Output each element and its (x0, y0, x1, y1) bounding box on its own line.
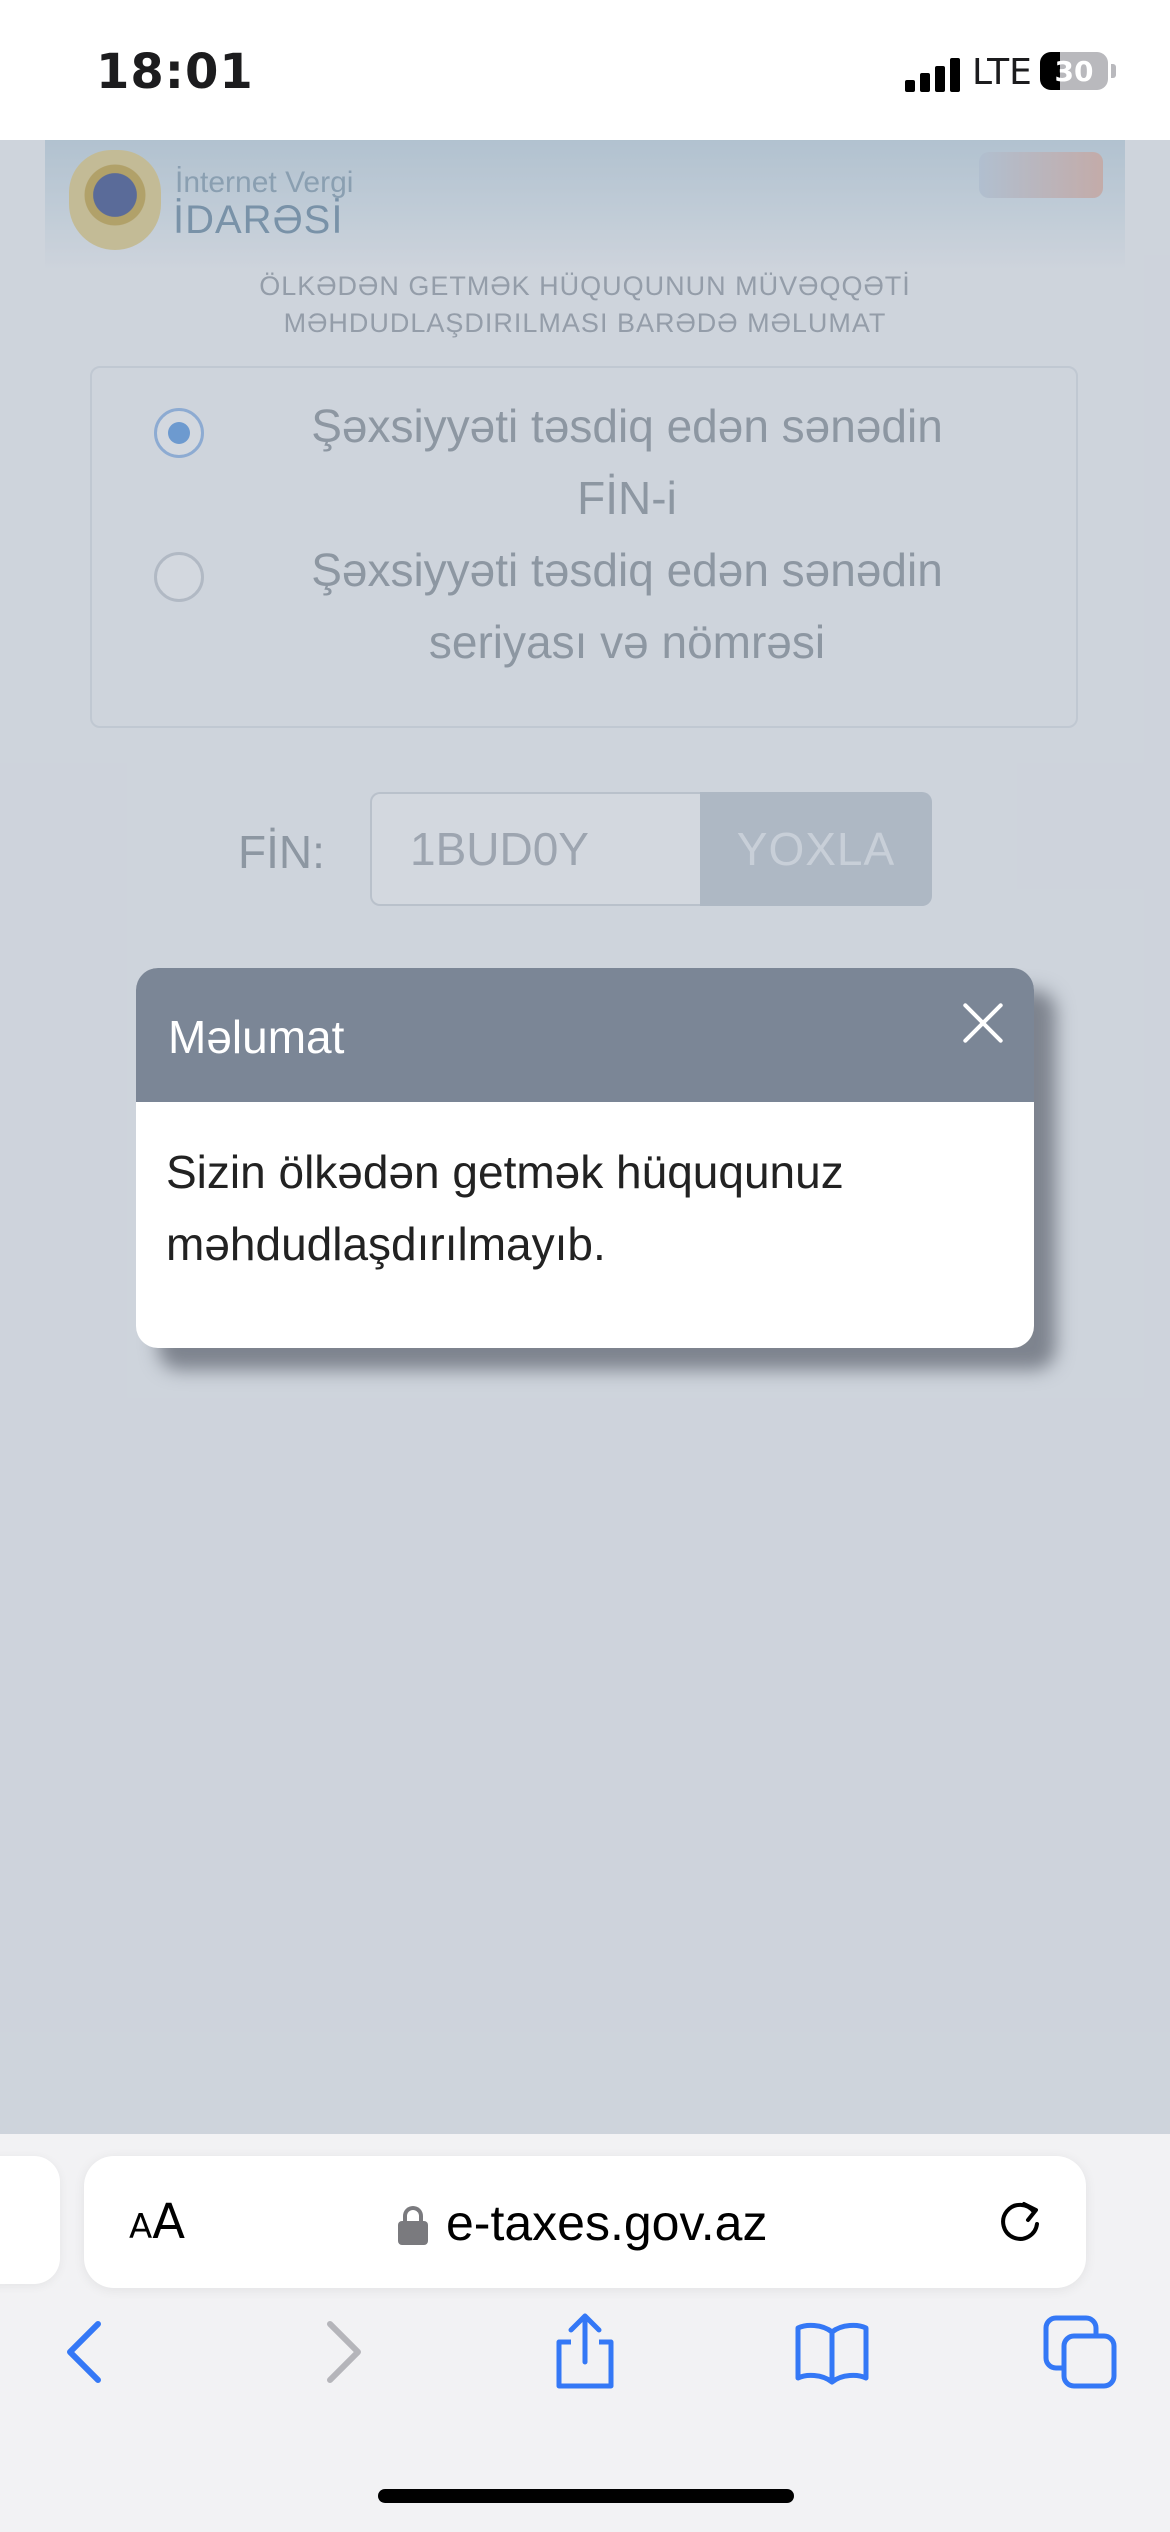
dialog-title: Məlumat (168, 1011, 345, 1063)
battery-icon: 30 (1040, 52, 1108, 90)
web-page: İnternet Vergi İDARƏSİ ÖLKƏDƏN GETMƏK HÜ… (0, 140, 1170, 2134)
cellular-signal-icon (905, 58, 961, 92)
forward-icon[interactable] (300, 2312, 380, 2392)
home-indicator (378, 2489, 794, 2503)
battery-percent: 30 (1054, 55, 1094, 88)
back-icon[interactable] (48, 2312, 128, 2392)
address-bar[interactable]: AA e-taxes.gov.az (84, 2156, 1086, 2288)
battery-cap (1111, 64, 1116, 78)
status-time: 18:01 (96, 44, 254, 100)
tabs-icon[interactable] (1040, 2312, 1120, 2392)
lock-icon (398, 2206, 428, 2245)
reload-icon[interactable] (994, 2194, 1046, 2246)
info-dialog: Məlumat Sizin ölkədən getmək hüququnuz m… (136, 968, 1034, 1348)
bookmarks-icon[interactable] (792, 2312, 872, 2392)
reader-settings-button[interactable]: AA (129, 2194, 185, 2250)
previous-tab-preview[interactable] (0, 2156, 60, 2284)
network-type: LTE (972, 52, 1032, 93)
share-icon[interactable] (545, 2312, 625, 2392)
close-icon[interactable] (954, 994, 1012, 1052)
dialog-message: Sizin ölkədən getmək hüququnuz məhdudlaş… (166, 1146, 844, 1270)
url-text[interactable]: e-taxes.gov.az (446, 2194, 767, 2252)
status-bar: 18:01 LTE 30 (0, 0, 1170, 140)
dialog-header: Məlumat (136, 968, 1034, 1102)
